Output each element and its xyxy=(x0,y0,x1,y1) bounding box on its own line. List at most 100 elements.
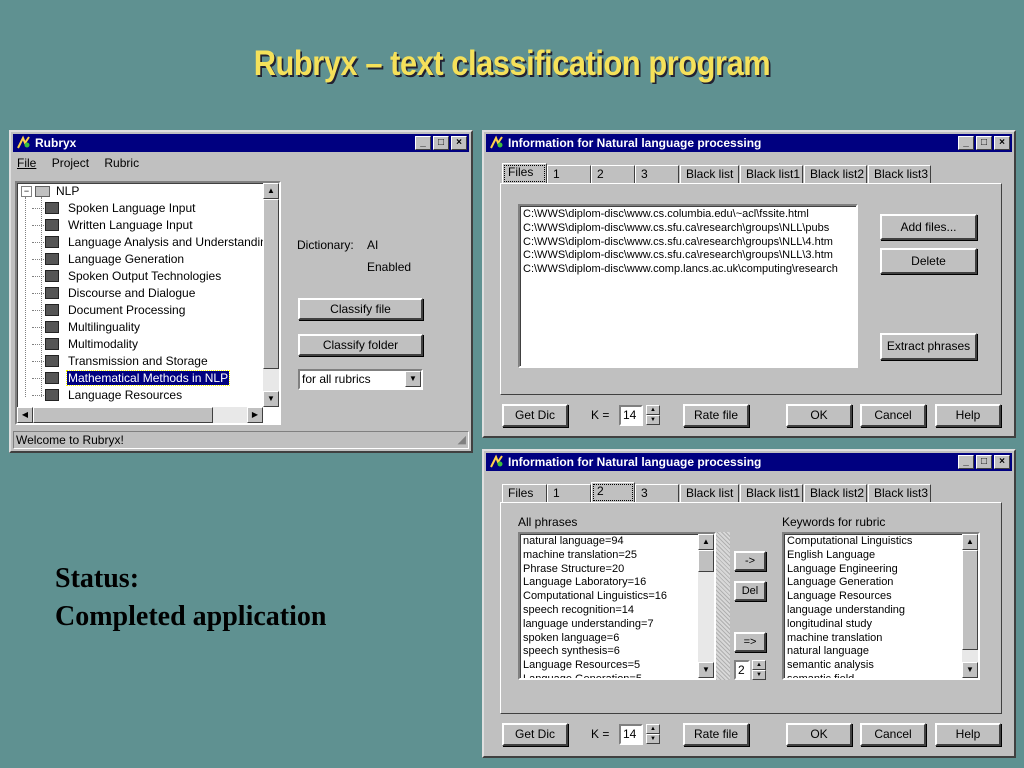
scroll-thumb[interactable] xyxy=(263,199,279,369)
phrase-list-item[interactable]: Computational Linguistics=16 xyxy=(520,590,698,604)
cancel-button[interactable]: Cancel xyxy=(860,404,926,427)
scroll-down-icon[interactable]: ▼ xyxy=(962,662,978,678)
collapse-icon[interactable]: − xyxy=(21,186,32,197)
rate-file-button[interactable]: Rate file xyxy=(683,404,749,427)
keyword-list-item[interactable]: Computational Linguistics xyxy=(784,535,962,549)
move-all-button[interactable]: => xyxy=(734,632,766,652)
minimize-icon[interactable]: _ xyxy=(415,136,431,150)
file-list-item[interactable]: C:\WWS\diplom-disc\www.comp.lancs.ac.uk\… xyxy=(520,263,856,277)
tree-item[interactable]: Transmission and Storage xyxy=(32,353,209,370)
tab-3[interactable]: 3 xyxy=(635,484,679,503)
keyword-list-item[interactable]: semantic field xyxy=(784,673,962,678)
minimize-icon[interactable]: _ xyxy=(958,455,974,469)
tree-item[interactable]: Mathematical Methods in NLP xyxy=(32,370,231,387)
keyword-list-item[interactable]: English Language xyxy=(784,549,962,563)
maximize-icon[interactable]: □ xyxy=(976,455,992,469)
tree-item[interactable]: Written Language Input xyxy=(32,217,194,234)
add-files-button[interactable]: Add files... xyxy=(880,214,977,240)
menu-file[interactable]: File xyxy=(17,156,36,170)
cancel-button[interactable]: Cancel xyxy=(860,723,926,746)
classify-file-button[interactable]: Classify file xyxy=(298,298,423,320)
scroll-left-icon[interactable]: ◀ xyxy=(17,407,33,423)
keyword-list-item[interactable]: machine translation xyxy=(784,632,962,646)
scroll-down-icon[interactable]: ▼ xyxy=(263,391,279,407)
keywords-scrollbar[interactable]: ▲ ▼ xyxy=(962,534,978,678)
rubric-tree[interactable]: − NLP Spoken Language Input Written Langu… xyxy=(15,181,281,425)
spin-down-icon[interactable]: ▼ xyxy=(646,734,660,744)
info2-titlebar[interactable]: Information for Natural language process… xyxy=(486,453,1012,471)
tab-2[interactable]: 2 xyxy=(591,165,635,184)
scroll-up-icon[interactable]: ▲ xyxy=(698,534,714,550)
menu-project[interactable]: Project xyxy=(52,156,89,170)
spin-up-icon[interactable]: ▲ xyxy=(646,405,660,415)
ok-button[interactable]: OK xyxy=(786,723,852,746)
tree-item[interactable]: Multilinguality xyxy=(32,319,141,336)
scroll-thumb[interactable] xyxy=(962,550,978,650)
tab-black-list3[interactable]: Black list3 xyxy=(868,484,931,503)
extract-phrases-button[interactable]: Extract phrases xyxy=(880,333,977,360)
file-list-item[interactable]: C:\WWS\diplom-disc\www.cs.columbia.edu\~… xyxy=(520,208,856,222)
tab-2[interactable]: 2 xyxy=(591,482,635,503)
splitter[interactable] xyxy=(716,532,730,680)
scroll-up-icon[interactable]: ▲ xyxy=(263,183,279,199)
tab-1[interactable]: 1 xyxy=(547,165,591,184)
file-list-item[interactable]: C:\WWS\diplom-disc\www.cs.sfu.ca\researc… xyxy=(520,222,856,236)
minimize-icon[interactable]: _ xyxy=(958,136,974,150)
get-dic-button[interactable]: Get Dic xyxy=(502,404,568,427)
keyword-list-item[interactable]: Language Resources xyxy=(784,590,962,604)
tree-horizontal-scrollbar[interactable]: ◀ ▶ xyxy=(17,407,263,423)
tab-files[interactable]: Files xyxy=(502,484,547,503)
tree-item[interactable]: Language Resources xyxy=(32,387,183,404)
k-spinner[interactable]: ▲ ▼ xyxy=(646,724,660,744)
scroll-up-icon[interactable]: ▲ xyxy=(962,534,978,550)
n-input[interactable]: 2 xyxy=(734,660,750,680)
tree-vertical-scrollbar[interactable]: ▲ ▼ xyxy=(263,183,279,407)
tree-item[interactable]: Language Generation xyxy=(32,251,185,268)
resize-grip-icon[interactable]: ◢ xyxy=(458,432,466,448)
phrases-scrollbar[interactable]: ▲ ▼ xyxy=(698,534,714,678)
k-input[interactable]: 14 xyxy=(619,724,643,745)
info1-titlebar[interactable]: Information for Natural language process… xyxy=(486,134,1012,152)
phrase-list-item[interactable]: spoken language=6 xyxy=(520,632,698,646)
help-button[interactable]: Help xyxy=(935,723,1001,746)
tab-files[interactable]: Files xyxy=(502,163,547,184)
delete-button[interactable]: Delete xyxy=(880,248,977,274)
del-keyword-button[interactable]: Del xyxy=(734,581,766,601)
file-list-item[interactable]: C:\WWS\diplom-disc\www.cs.sfu.ca\researc… xyxy=(520,249,856,263)
phrase-list-item[interactable]: natural language=94 xyxy=(520,535,698,549)
close-icon[interactable]: × xyxy=(994,136,1010,150)
all-phrases-list[interactable]: natural language=94 machine translation=2… xyxy=(518,532,716,680)
tab-black-list1[interactable]: Black list1 xyxy=(740,484,803,503)
rate-file-button[interactable]: Rate file xyxy=(683,723,749,746)
tree-item[interactable]: Discourse and Dialogue xyxy=(32,285,196,302)
close-icon[interactable]: × xyxy=(451,136,467,150)
main-window-titlebar[interactable]: Rubryx _ □ × xyxy=(13,134,469,152)
move-one-button[interactable]: -> xyxy=(734,551,766,571)
n-spinner[interactable]: ▲ ▼ xyxy=(752,660,766,680)
phrase-list-item[interactable]: Language Resources=5 xyxy=(520,659,698,673)
menu-rubric[interactable]: Rubric xyxy=(104,156,139,170)
get-dic-button[interactable]: Get Dic xyxy=(502,723,568,746)
tab-1[interactable]: 1 xyxy=(547,484,591,503)
tab-black-list3[interactable]: Black list3 xyxy=(868,165,931,184)
phrase-list-item[interactable]: language understanding=7 xyxy=(520,618,698,632)
tab-black-list2[interactable]: Black list2 xyxy=(804,165,867,184)
tree-root-label[interactable]: NLP xyxy=(56,183,79,200)
spin-down-icon[interactable]: ▼ xyxy=(646,415,660,425)
phrase-list-item[interactable]: speech recognition=14 xyxy=(520,604,698,618)
spin-up-icon[interactable]: ▲ xyxy=(646,724,660,734)
keyword-list-item[interactable]: Language Engineering xyxy=(784,563,962,577)
scroll-thumb[interactable] xyxy=(698,550,714,572)
phrase-list-item[interactable]: machine translation=25 xyxy=(520,549,698,563)
phrase-list-item[interactable]: Language Laboratory=16 xyxy=(520,576,698,590)
tab-black-list[interactable]: Black list xyxy=(680,165,739,184)
files-list[interactable]: C:\WWS\diplom-disc\www.cs.columbia.edu\~… xyxy=(518,204,858,368)
spin-down-icon[interactable]: ▼ xyxy=(752,670,766,680)
tab-black-list1[interactable]: Black list1 xyxy=(740,165,803,184)
k-input[interactable]: 14 xyxy=(619,405,643,426)
k-spinner[interactable]: ▲ ▼ xyxy=(646,405,660,425)
keyword-list-item[interactable]: semantic analysis xyxy=(784,659,962,673)
tree-item[interactable]: Multimodality xyxy=(32,336,139,353)
tree-item[interactable]: Language Analysis and Understanding xyxy=(32,234,275,251)
tree-item[interactable]: Document Processing xyxy=(32,302,186,319)
